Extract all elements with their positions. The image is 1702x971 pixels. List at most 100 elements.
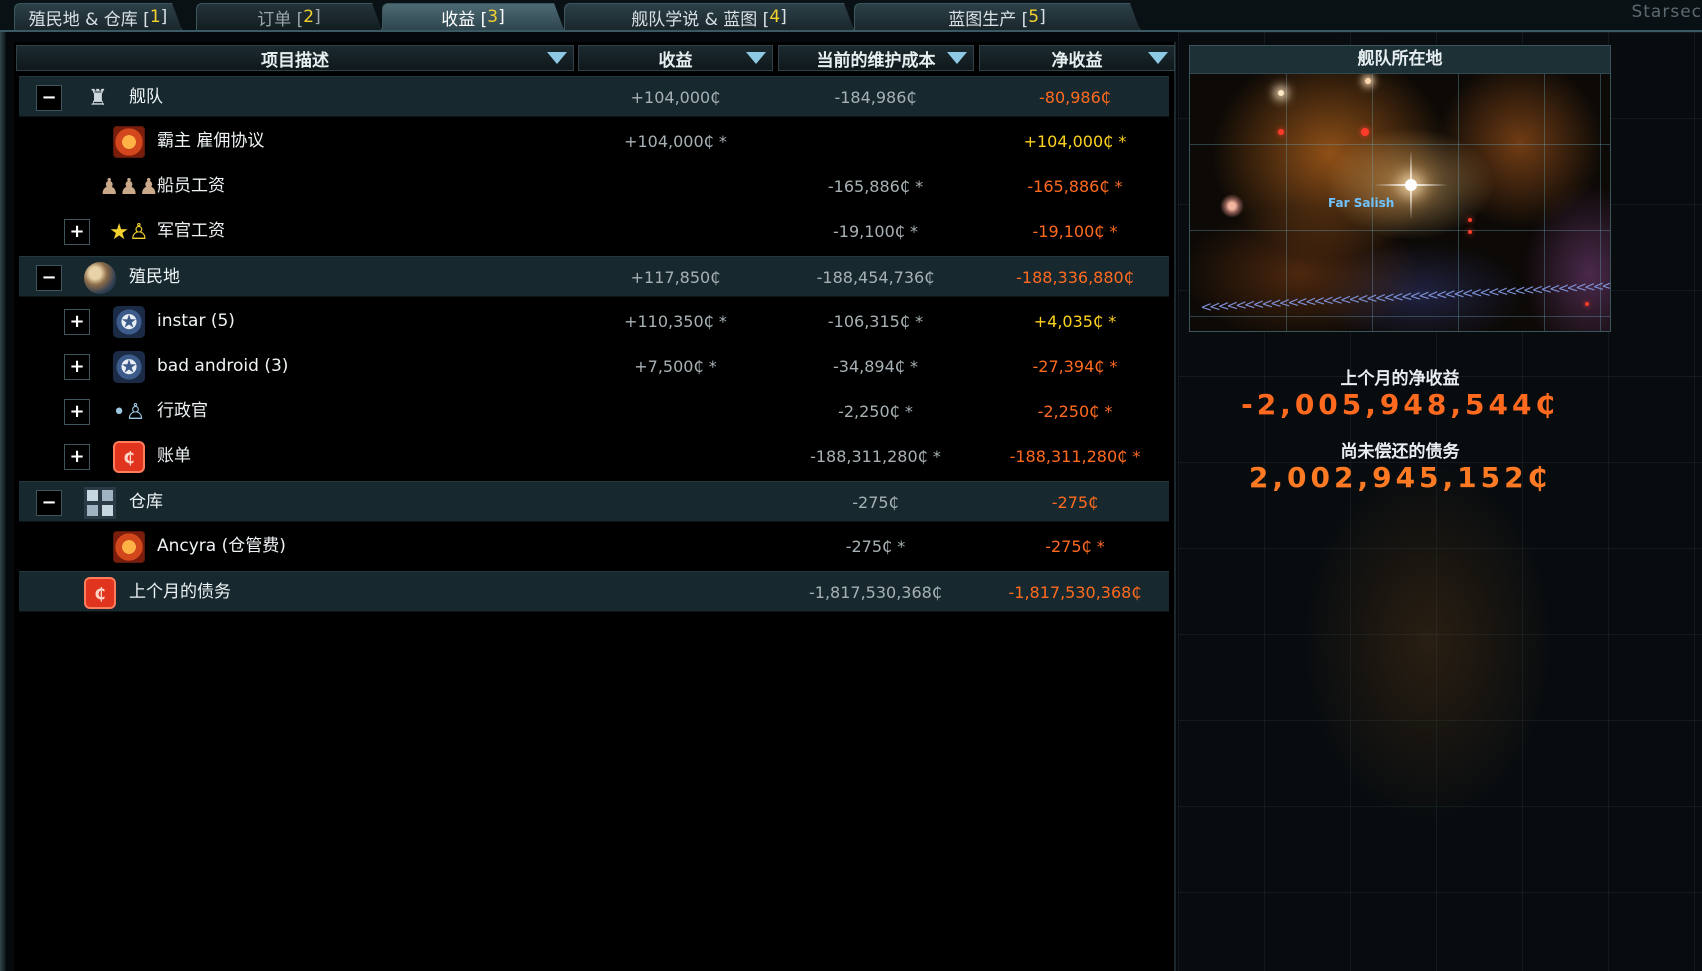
table-row-ancyra-storage-fee[interactable]: Ancyra (仓管费) -275₵ * -275₵ * [19, 526, 1169, 567]
row-label: 账单 [157, 446, 191, 466]
star-system-icon[interactable] [1278, 90, 1284, 96]
net-value: +104,000₵ * [1023, 132, 1127, 151]
tab-label-end: ] [314, 7, 321, 27]
table-row-officer-salaries[interactable]: + ★♙ 军官工资 -19,100₵ * -19,100₵ * [19, 211, 1169, 252]
hegemony-emblem-icon [113, 126, 145, 158]
fleet-star-core [1405, 179, 1417, 191]
collapse-button[interactable]: − [36, 85, 62, 111]
table-row-hegemony-contract[interactable]: 霸主 雇佣协议 +104,000₵ * +104,000₵ * [19, 121, 1169, 162]
table-row-colony-instar[interactable]: + ✪ instar (5) +110,350₵ * -106,315₵ * +… [19, 301, 1169, 342]
last-month-net-value: -2,005,948,544₵ [1241, 388, 1559, 421]
fleet-position-marker-icon[interactable] [1374, 150, 1448, 220]
star-system-icon[interactable] [1365, 78, 1371, 84]
tab-label: 订单 [ [257, 9, 304, 30]
fleet-icon: ♜ [88, 85, 108, 111]
income-value [583, 391, 768, 432]
table-row-last-month-debt[interactable]: ₵ 上个月的债务 -1,817,530,368₵ -1,817,530,368₵ [19, 571, 1169, 612]
planet-icon [84, 262, 116, 294]
tab-label: 舰队学说 & 蓝图 [ [631, 9, 770, 30]
expand-button[interactable]: + [64, 309, 90, 335]
income-table-panel: 项目描述 收益 当前的维护成本 净收益 − ♜ 舰队 +104,000₵ -18… [14, 42, 1176, 971]
income-value: +7,500₵ * [634, 357, 717, 376]
tab-label: 殖民地 & 仓库 [ [28, 9, 150, 30]
expand-button[interactable]: + [64, 354, 90, 380]
fleet-location-label: Far Salish [1328, 196, 1395, 210]
upkeep-value: -165,886₵ * [827, 177, 924, 196]
tab-doctrine-blueprints[interactable]: 舰队学说 & 蓝图 [4] [564, 3, 854, 30]
table-row-bills[interactable]: + ₵ 账单 -188,311,280₵ * -188,311,280₵ * [19, 436, 1169, 477]
upkeep-value: -106,315₵ * [827, 312, 924, 331]
table-row-colony-bad-android[interactable]: + ✪ bad android (3) +7,500₵ * -34,894₵ *… [19, 346, 1169, 387]
net-value: -188,311,280₵ * [1009, 447, 1141, 466]
tab-colonies-storage[interactable]: 殖民地 & 仓库 [1] [14, 3, 182, 30]
bill-icon: ₵ [113, 441, 145, 473]
star-system-icon[interactable] [1361, 128, 1369, 136]
upkeep-value: -34,894₵ * [832, 357, 919, 376]
income-value: +117,850₵ [630, 268, 721, 287]
outstanding-debt-label: 尚未偿还的债务 [1340, 442, 1460, 462]
net-value: -165,886₵ * [1027, 177, 1123, 196]
income-value [583, 526, 768, 567]
row-label: 霸主 雇佣协议 [157, 131, 265, 151]
tab-bar: 殖民地 & 仓库 [1] 订单 [2] 收益 [3] 舰队学说 & 蓝图 [4]… [0, 0, 1702, 30]
net-value: -275₵ * [1045, 537, 1105, 556]
net-value: -80,986₵ [1039, 88, 1111, 107]
sort-arrow-icon[interactable] [1148, 52, 1168, 64]
collapse-button[interactable]: − [36, 490, 62, 516]
net-value: -27,394₵ * [1032, 357, 1118, 376]
tab-label-end: ] [1039, 7, 1046, 27]
fleet-location-map[interactable]: 舰队所在地 Far Salish <<<<<<<<<<<<<<<<<<<<<<<… [1189, 45, 1611, 332]
upkeep-value: -2,250₵ * [838, 402, 913, 421]
sort-arrow-icon[interactable] [746, 52, 766, 64]
column-header-label: 项目描述 [261, 50, 329, 71]
expand-button[interactable]: + [64, 444, 90, 470]
debt-icon: ₵ [84, 577, 116, 609]
upkeep-value [783, 121, 968, 162]
expand-button[interactable]: + [64, 399, 90, 425]
tab-hotkey: 5 [1028, 7, 1040, 27]
corner-title: Starsec [1631, 2, 1702, 22]
net-value: -19,100₵ * [1032, 222, 1118, 241]
tab-hotkey: 1 [149, 7, 161, 27]
row-label: 殖民地 [129, 267, 180, 287]
sort-arrow-icon[interactable] [947, 52, 967, 64]
column-header-net[interactable]: 净收益 [979, 45, 1175, 71]
income-value [583, 211, 768, 252]
table-row-administrators[interactable]: + •♙ 行政官 -2,250₵ * -2,250₵ * [19, 391, 1169, 432]
table-row-storage[interactable]: − 仓库 -275₵ -275₵ [19, 481, 1169, 522]
income-value [583, 482, 768, 523]
star-system-icon[interactable] [1585, 302, 1589, 306]
map-grid-line [1286, 74, 1287, 331]
income-value: +104,000₵ * [624, 132, 727, 151]
tab-blueprint-production[interactable]: 蓝图生产 [5] [854, 3, 1140, 30]
row-label: 舰队 [129, 87, 163, 107]
star-system-icon[interactable] [1468, 218, 1472, 222]
administrator-icon: •♙ [112, 399, 146, 425]
table-row-fleet[interactable]: − ♜ 舰队 +104,000₵ -184,986₵ -80,986₵ [19, 76, 1169, 117]
table-row-colonies[interactable]: − 殖民地 +117,850₵ -188,454,736₵ -188,336,8… [19, 256, 1169, 297]
collapse-button[interactable]: − [36, 265, 62, 291]
minimap-view[interactable]: Far Salish <<<<<<<<<<<<<<<<<<<<<<<<<<<<<… [1190, 74, 1610, 331]
column-header-description[interactable]: 项目描述 [16, 45, 574, 71]
net-value: -1,817,530,368₵ [1008, 583, 1142, 602]
star-system-icon[interactable] [1278, 129, 1284, 135]
tab-label: 收益 [ [441, 9, 488, 30]
tab-label: 蓝图生产 [ [948, 9, 1029, 30]
income-value: +110,350₵ * [624, 312, 727, 331]
tab-income[interactable]: 收益 [3] [382, 3, 564, 30]
column-header-income[interactable]: 收益 [578, 45, 773, 71]
tab-orders[interactable]: 订单 [2] [196, 3, 382, 30]
expand-button[interactable]: + [64, 219, 90, 245]
column-header-label: 净收益 [1051, 50, 1103, 71]
star-system-icon[interactable] [1468, 230, 1472, 234]
column-header-upkeep[interactable]: 当前的维护成本 [778, 45, 974, 71]
map-grid-line [1190, 230, 1610, 231]
table-row-crew-salaries[interactable]: ♟♟♟ 船员工资 -165,886₵ * -165,886₵ * [19, 166, 1169, 207]
sort-arrow-icon[interactable] [547, 52, 567, 64]
upkeep-value: -188,454,736₵ [816, 268, 935, 287]
column-header-label: 收益 [658, 50, 693, 71]
income-value: +104,000₵ [630, 88, 721, 107]
row-label: 船员工资 [157, 176, 225, 196]
tab-hotkey: 2 [303, 7, 315, 27]
net-value: -2,250₵ * [1037, 402, 1113, 421]
